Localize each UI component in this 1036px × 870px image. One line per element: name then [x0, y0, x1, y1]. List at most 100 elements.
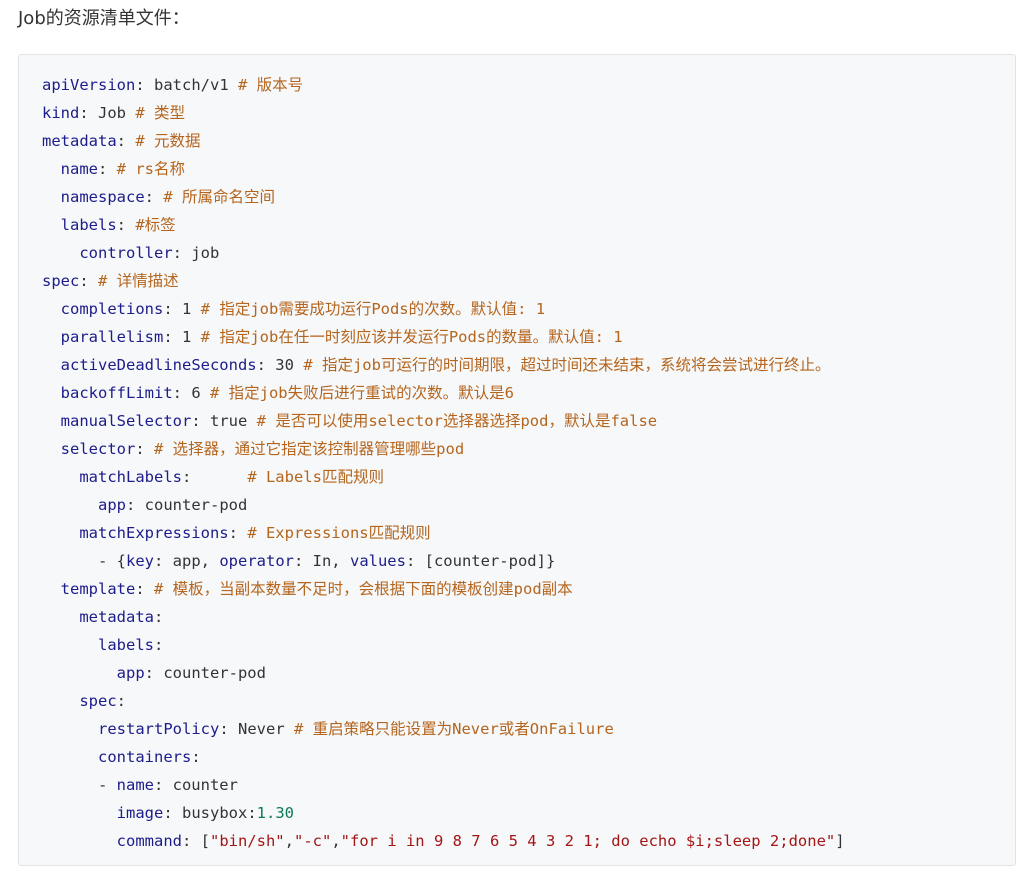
yaml-value: : [79, 272, 98, 290]
yaml-value [42, 636, 98, 654]
code-line: apiVersion: batch/v1 # 版本号 [42, 71, 845, 99]
yaml-value [42, 580, 61, 598]
yaml-value: : [116, 132, 136, 150]
yaml-value: : counter-pod [144, 664, 266, 682]
yaml-key: template [60, 580, 136, 598]
yaml-value [42, 440, 61, 458]
code-line: spec: [42, 687, 845, 715]
yaml-value [42, 496, 98, 514]
code-line: labels: [42, 631, 845, 659]
yaml-value [42, 300, 61, 318]
yaml-value [42, 244, 79, 262]
code-line: - name: counter [42, 771, 845, 799]
code-line: - {key: app, operator: In, values: [coun… [42, 547, 845, 575]
yaml-value: : Job [79, 104, 136, 122]
yaml-comment: # 类型 [135, 104, 185, 122]
yaml-value [42, 160, 61, 178]
yaml-comment: # 详情描述 [98, 272, 179, 290]
yaml-value [42, 748, 98, 766]
yaml-value: : [228, 524, 248, 542]
yaml-key: spec [42, 272, 80, 290]
yaml-key: command [116, 832, 182, 850]
yaml-value [42, 832, 117, 850]
yaml-key: manualSelector [60, 412, 192, 430]
yaml-value: : [ [181, 832, 210, 850]
yaml-key: containers [98, 748, 192, 766]
yaml-key: matchExpressions [79, 524, 229, 542]
code-line: restartPolicy: Never # 重启策略只能设置为Never或者O… [42, 715, 845, 743]
yaml-value: : busybox: [163, 804, 257, 822]
yaml-key: key [126, 552, 154, 570]
code-line: spec: # 详情描述 [42, 267, 845, 295]
code-line: metadata: # 元数据 [42, 127, 845, 155]
yaml-value: : 1 [163, 328, 201, 346]
yaml-value: : Never [219, 720, 294, 738]
yaml-value: : app, [154, 552, 220, 570]
yaml-key: app [98, 496, 126, 514]
yaml-key: name [60, 160, 98, 178]
yaml-comment: # 重启策略只能设置为Never或者OnFailure [293, 720, 614, 738]
code-line: matchLabels: # Labels匹配规则 [42, 463, 845, 491]
yaml-value [42, 664, 117, 682]
yaml-comment: # 所属命名空间 [163, 188, 276, 206]
yaml-key: selector [60, 440, 136, 458]
yaml-value: - { [42, 552, 126, 570]
yaml-key: image [116, 804, 164, 822]
yaml-value: : 6 [172, 384, 210, 402]
yaml-comment: # 版本号 [237, 76, 304, 94]
yaml-comment: # 模板，当副本数量不足时，会根据下面的模板创建pod副本 [154, 580, 573, 598]
yaml-value: : counter [153, 776, 238, 794]
yaml-value: : true [191, 412, 257, 430]
yaml-key: parallelism [60, 328, 164, 346]
code-line: selector: # 选择器，通过它指定该控制器管理哪些pod [42, 435, 845, 463]
yaml-key: restartPolicy [98, 720, 220, 738]
yaml-key: labels [98, 636, 154, 654]
yaml-value: : [181, 468, 248, 486]
yaml-key: apiVersion [42, 76, 136, 94]
code-line: command: ["bin/sh","-c","for i in 9 8 7 … [42, 827, 845, 855]
yaml-value: : [116, 216, 136, 234]
yaml-key: spec [79, 692, 117, 710]
yaml-key: metadata [79, 608, 154, 626]
yaml-value: : job [172, 244, 220, 262]
yaml-key: values [349, 552, 406, 570]
yaml-value [42, 384, 61, 402]
yaml-value: : 1 [163, 300, 201, 318]
yaml-comment: #标签 [135, 216, 176, 234]
yaml-key: name [116, 776, 154, 794]
code-line: backoffLimit: 6 # 指定job失败后进行重试的次数。默认是6 [42, 379, 845, 407]
yaml-comment: # 指定job失败后进行重试的次数。默认是6 [209, 384, 514, 402]
yaml-string: "for i in 9 8 7 6 5 4 3 2 1; do echo $i;… [340, 832, 836, 850]
yaml-value: : batch/v1 [135, 76, 238, 94]
code-line: namespace: # 所属命名空间 [42, 183, 845, 211]
yaml-value: - [42, 776, 117, 794]
yaml-comment: # 指定job在任一时刻应该并发运行Pods的数量。默认值: 1 [200, 328, 623, 346]
code-line: app: counter-pod [42, 659, 845, 687]
yaml-key: labels [60, 216, 117, 234]
yaml-comment: # Expressions匹配规则 [247, 524, 431, 542]
yaml-key: backoffLimit [60, 384, 173, 402]
code-line: labels: #标签 [42, 211, 845, 239]
yaml-value: : [135, 440, 154, 458]
yaml-value: : [116, 692, 126, 710]
yaml-value: : [153, 608, 164, 626]
yaml-value [42, 412, 61, 430]
code-line: controller: job [42, 239, 845, 267]
yaml-value: : [counter-pod]} [405, 552, 556, 570]
yaml-value: : [144, 188, 164, 206]
yaml-value: : [98, 160, 117, 178]
yaml-key: completions [60, 300, 164, 318]
yaml-value [42, 524, 79, 542]
code-line: image: busybox:1.30 [42, 799, 845, 827]
yaml-value [42, 328, 61, 346]
code-line: kind: Job # 类型 [42, 99, 845, 127]
code-line: manualSelector: true # 是否可以使用selector选择器… [42, 407, 845, 435]
yaml-comment: # rs名称 [116, 160, 185, 178]
code-line: matchExpressions: # Expressions匹配规则 [42, 519, 845, 547]
yaml-comment: # Labels匹配规则 [247, 468, 384, 486]
yaml-key: activeDeadlineSeconds [60, 356, 257, 374]
yaml-string: "bin/sh" [209, 832, 285, 850]
code-line: metadata: [42, 603, 845, 631]
yaml-value: , [284, 832, 294, 850]
yaml-code: apiVersion: batch/v1 # 版本号 kind: Job # 类型… [42, 71, 845, 855]
